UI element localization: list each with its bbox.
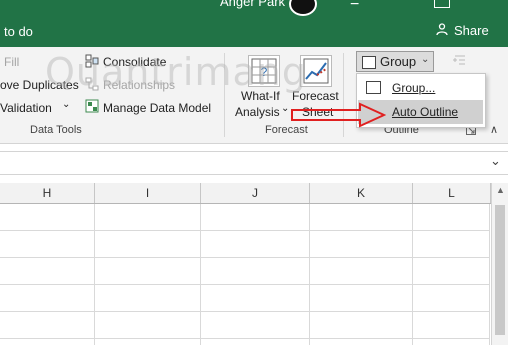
scrollbar-thumb[interactable] (495, 205, 505, 335)
annotation-arrow (291, 102, 386, 128)
grid-line (0, 284, 490, 285)
column-header[interactable]: H (0, 183, 95, 203)
minimize-icon[interactable]: − (350, 0, 359, 14)
share-label: Share (454, 23, 489, 38)
grid-line (489, 204, 490, 345)
grid-line (94, 204, 95, 345)
column-headers: H I J K L (0, 183, 508, 204)
grid-line (412, 204, 413, 345)
column-header[interactable]: J (201, 183, 310, 203)
column-header[interactable]: K (310, 183, 413, 203)
manage-data-model-icon (85, 99, 99, 113)
menu-item-label: Auto Outline (392, 105, 459, 119)
group-button[interactable]: Group ⌄ (356, 51, 434, 72)
what-if-chevron-icon[interactable]: ⌄ (281, 103, 289, 114)
chevron-down-icon: ⌄ (421, 54, 430, 65)
menu-item-group[interactable]: Group... (358, 76, 483, 100)
manage-data-model-button[interactable]: Manage Data Model (103, 101, 211, 115)
group-icon (362, 56, 376, 69)
person-share-icon (436, 23, 448, 35)
grid-line (0, 230, 490, 231)
formula-bar[interactable]: ⌄ (0, 151, 508, 175)
group-button-label: Group (380, 54, 417, 69)
grid-line (0, 311, 490, 312)
menu-item-label: Group... (392, 81, 436, 95)
watermark: Quantrimang (45, 50, 307, 94)
maximize-icon[interactable] (434, 0, 450, 8)
show-detail-icon[interactable] (453, 53, 467, 67)
title-bar: to do Anger Park − Share (0, 0, 508, 47)
scroll-up-icon[interactable]: ▲ (496, 185, 505, 195)
formula-bar-expand-icon[interactable]: ⌄ (490, 153, 501, 169)
cell-grid[interactable] (0, 204, 490, 345)
grid-line (0, 257, 490, 258)
vertical-scrollbar[interactable]: ▲ (491, 183, 508, 345)
collapse-ribbon-icon[interactable]: ∧ (490, 123, 498, 136)
data-validation-button[interactable]: Validation (0, 101, 52, 115)
validation-chevron-icon[interactable]: ⌄ (62, 99, 70, 110)
flash-fill-button[interactable]: Fill (4, 55, 19, 69)
data-tools-group-label: Data Tools (30, 124, 82, 136)
tell-me-search[interactable]: to do (4, 24, 33, 39)
avatar[interactable] (289, 0, 317, 16)
share-button[interactable]: Share (436, 23, 489, 38)
grid-line (0, 338, 490, 339)
grid-line (309, 204, 310, 345)
user-name: Anger Park (220, 0, 286, 9)
group-icon (366, 81, 381, 94)
grid-line (200, 204, 201, 345)
column-header[interactable]: L (413, 183, 491, 203)
column-header[interactable]: I (95, 183, 201, 203)
what-if-analysis-button-line2[interactable]: Analysis (235, 105, 280, 119)
